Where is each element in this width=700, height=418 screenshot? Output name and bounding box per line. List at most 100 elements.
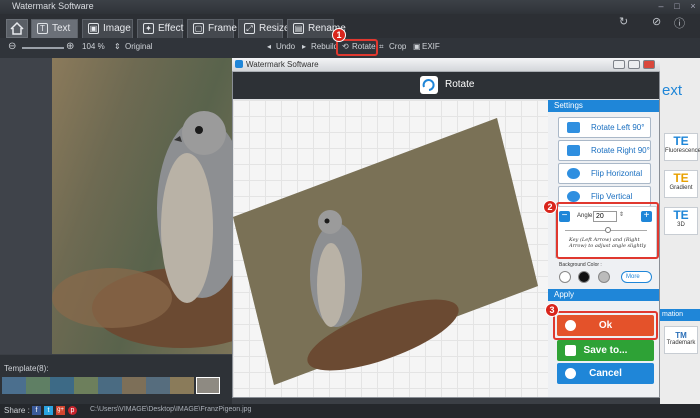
exif-icon: ▣ — [413, 42, 421, 51]
style-tile-fluorescence[interactable]: TE Fluorescence — [664, 133, 700, 161]
rebuild-button[interactable]: Rebuild — [311, 42, 338, 51]
tab-label: Text — [52, 23, 71, 34]
refresh-icon[interactable]: ↻ — [619, 15, 628, 28]
color-swatch-white[interactable] — [559, 271, 571, 283]
original-icon[interactable]: ⇕ — [114, 42, 121, 51]
style-tile-gradient[interactable]: TE Gradient — [664, 170, 698, 198]
te-icon: TE — [673, 171, 689, 185]
te-icon: TE — [673, 134, 689, 148]
settings-header: Settings — [548, 100, 659, 112]
rotated-photo — [233, 118, 538, 385]
rotate-header-icon — [420, 76, 438, 94]
tab-label: Effect — [158, 23, 184, 34]
app-title-bar: Watermark Software – □ × — [0, 0, 700, 14]
button-label: Flip Horizontal — [591, 169, 643, 178]
twitter-icon[interactable]: t — [44, 406, 53, 415]
save-to-button[interactable]: Save to... — [557, 340, 654, 361]
original-button[interactable]: Original — [125, 42, 153, 51]
pinterest-icon[interactable]: p — [68, 406, 77, 415]
template-thumb[interactable] — [74, 377, 98, 394]
tab-rename[interactable]: ▤ Rename — [287, 19, 346, 38]
dialog-title-bar: Watermark Software — [232, 58, 660, 72]
background-color-label: Background Color : — [559, 262, 602, 268]
tile-label: 3D — [677, 222, 685, 228]
minimize-icon[interactable]: – — [656, 1, 666, 11]
undo-icon: ◂ — [267, 42, 272, 51]
tab-effect[interactable]: ✦ Effect — [137, 19, 183, 38]
style-tile-3d[interactable]: TE 3D — [664, 207, 698, 235]
te-icon: TE — [673, 208, 689, 222]
zoom-level: 104 % — [82, 42, 105, 51]
resize-icon: ⤢ — [244, 23, 255, 34]
step-badge-1: 1 — [332, 28, 346, 42]
text-icon: T — [37, 23, 48, 34]
home-button[interactable] — [6, 19, 28, 38]
effect-icon: ✦ — [143, 23, 154, 34]
template-thumb[interactable] — [146, 377, 170, 394]
apply-header: Apply — [548, 289, 659, 301]
more-label: More — [626, 274, 640, 280]
tab-text[interactable]: T Text — [31, 19, 78, 38]
template-thumb[interactable] — [50, 377, 74, 394]
rebuild-icon: ▸ — [302, 42, 307, 51]
info-icon[interactable]: ⓘ — [674, 15, 685, 31]
rotate-right-button[interactable]: Rotate Right 90° — [558, 140, 651, 161]
save-icon — [565, 345, 576, 356]
right-panel-text: ext — [662, 82, 683, 99]
step-badge-3: 3 — [545, 303, 559, 317]
tab-frame[interactable]: ▢ Frame — [187, 19, 237, 38]
dialog-maximize-icon[interactable] — [628, 60, 640, 69]
rotate-left-button[interactable]: Rotate Left 90° — [558, 117, 651, 138]
flip-vertical-icon — [567, 191, 580, 202]
rotate-left-icon — [567, 122, 580, 133]
zoom-slider[interactable] — [22, 47, 64, 49]
google-plus-icon[interactable]: g+ — [56, 406, 65, 415]
color-swatch-transparent[interactable] — [598, 271, 610, 283]
template-thumb[interactable] — [26, 377, 50, 394]
right-panel-section: mation — [660, 309, 700, 321]
button-label: Rotate Right 90° — [591, 146, 650, 155]
button-label: Rotate Left 90° — [591, 123, 645, 132]
dialog-minimize-icon[interactable] — [613, 60, 625, 69]
close-icon[interactable]: × — [688, 1, 698, 11]
rotate-highlight — [336, 39, 378, 56]
tab-image[interactable]: ▣ Image — [82, 19, 133, 38]
template-thumb[interactable] — [98, 377, 122, 394]
template-thumb-selected[interactable] — [196, 377, 220, 394]
template-label: Template(8): — [4, 364, 49, 373]
template-thumb[interactable] — [2, 377, 26, 394]
tab-resize[interactable]: ⤢ Resize — [238, 19, 290, 38]
rotate-right-icon — [567, 145, 580, 156]
tab-label: Image — [103, 23, 131, 34]
delete-icon[interactable]: ⊘ — [652, 15, 661, 28]
template-thumb[interactable] — [122, 377, 146, 394]
app-logo-icon — [235, 60, 243, 68]
crop-button[interactable]: Crop — [389, 42, 406, 51]
cancel-button[interactable]: Cancel — [557, 363, 654, 384]
flip-horizontal-button[interactable]: Flip Horizontal — [558, 163, 651, 184]
angle-highlight — [556, 202, 659, 259]
more-colors-button[interactable]: More — [621, 271, 652, 283]
exif-button[interactable]: EXIF — [422, 42, 440, 51]
color-swatch-black[interactable] — [578, 271, 590, 283]
template-thumb[interactable] — [170, 377, 194, 394]
dialog-close-icon[interactable] — [643, 60, 655, 69]
maximize-icon[interactable]: □ — [672, 1, 682, 11]
zoom-in-icon[interactable]: ⊕ — [66, 41, 74, 52]
facebook-icon[interactable]: f — [32, 406, 41, 415]
dialog-title: Watermark Software — [246, 60, 319, 69]
step-badge-2: 2 — [543, 200, 557, 214]
cancel-icon — [565, 368, 576, 379]
rotate-canvas — [233, 100, 548, 397]
dialog-header: Rotate — [233, 72, 659, 99]
zoom-out-icon[interactable]: ⊖ — [8, 41, 16, 52]
rename-icon: ▤ — [293, 23, 304, 34]
home-icon — [10, 21, 24, 35]
ok-highlight — [553, 311, 658, 340]
button-label: Save to... — [583, 345, 628, 356]
crop-icon: ⌗ — [379, 42, 384, 51]
style-tile-trademark[interactable]: TM Trademark — [664, 326, 698, 354]
undo-button[interactable]: Undo — [276, 42, 295, 51]
bird-photo — [52, 111, 232, 348]
tab-label: Frame — [208, 23, 237, 34]
